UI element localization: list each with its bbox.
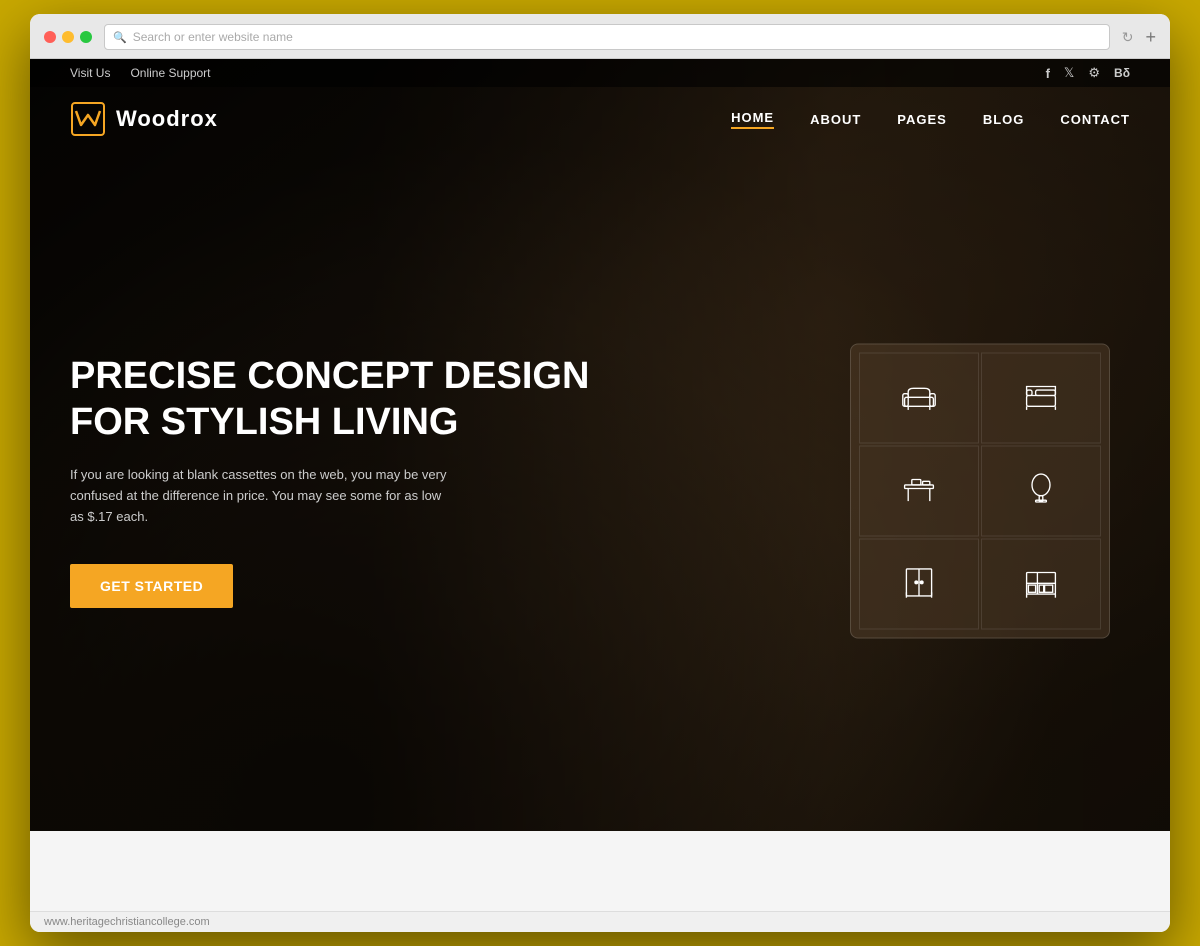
hero-section: PRECISE CONCEPT DESIGN FOR STYLISH LIVIN… xyxy=(30,151,1170,831)
wardrobe-icon xyxy=(901,564,937,605)
utility-bar: Visit Us Online Support f 𝕏 ⚙ Bδ xyxy=(30,59,1170,87)
desk-icon xyxy=(901,471,937,512)
status-bar: www.heritagechristiancollege.com xyxy=(30,911,1170,932)
minimize-button[interactable] xyxy=(62,31,74,43)
navbar: Woodrox HOME ABOUT PAGES BLOG CONTACT xyxy=(30,87,1170,151)
status-url: www.heritagechristiancollege.com xyxy=(44,916,210,928)
mirror-icon xyxy=(1023,471,1059,512)
logo-text: Woodrox xyxy=(116,106,218,132)
sofa-icon xyxy=(901,378,937,419)
hero-title: PRECISE CONCEPT DESIGN FOR STYLISH LIVIN… xyxy=(70,354,589,445)
traffic-lights xyxy=(44,31,92,43)
furniture-cell-wardrobe[interactable] xyxy=(859,539,979,630)
address-placeholder: Search or enter website name xyxy=(133,30,293,44)
hero-content: PRECISE CONCEPT DESIGN FOR STYLISH LIVIN… xyxy=(70,354,589,608)
utility-links: Visit Us Online Support xyxy=(70,66,211,80)
bed-icon xyxy=(1023,378,1059,419)
furniture-cell-shelf[interactable] xyxy=(981,539,1101,630)
reload-button[interactable]: ↻ xyxy=(1122,29,1134,46)
social-icons: f 𝕏 ⚙ Bδ xyxy=(1046,65,1130,81)
address-bar[interactable]: 🔍 Search or enter website name xyxy=(104,24,1110,50)
visit-us-link[interactable]: Visit Us xyxy=(70,66,110,80)
nav-about[interactable]: ABOUT xyxy=(810,112,861,127)
furniture-cell-bed[interactable] xyxy=(981,353,1101,444)
nav-pages[interactable]: PAGES xyxy=(897,112,947,127)
browser-chrome: 🔍 Search or enter website name ↻ + xyxy=(30,14,1170,59)
nav-home[interactable]: HOME xyxy=(731,110,774,129)
maximize-button[interactable] xyxy=(80,31,92,43)
behance-icon[interactable]: Bδ xyxy=(1114,66,1130,80)
logo-icon xyxy=(70,101,106,137)
search-icon: 🔍 xyxy=(113,31,127,44)
settings-icon[interactable]: ⚙ xyxy=(1088,65,1100,81)
furniture-cell-sofa[interactable] xyxy=(859,353,979,444)
new-tab-button[interactable]: + xyxy=(1145,28,1156,46)
main-nav: HOME ABOUT PAGES BLOG CONTACT xyxy=(731,110,1130,129)
online-support-link[interactable]: Online Support xyxy=(130,66,210,80)
browser-window: 🔍 Search or enter website name ↻ + Visit… xyxy=(30,14,1170,932)
nav-blog[interactable]: BLOG xyxy=(983,112,1025,127)
get-started-button[interactable]: Get Started xyxy=(70,564,233,608)
logo[interactable]: Woodrox xyxy=(70,101,218,137)
close-button[interactable] xyxy=(44,31,56,43)
furniture-grid xyxy=(859,353,1101,630)
bottom-section xyxy=(30,831,1170,911)
hero-subtitle: If you are looking at blank cassettes on… xyxy=(70,465,450,527)
shelf-icon xyxy=(1023,564,1059,605)
furniture-cell-desk[interactable] xyxy=(859,446,979,537)
website-content: Visit Us Online Support f 𝕏 ⚙ Bδ xyxy=(30,59,1170,911)
twitter-icon[interactable]: 𝕏 xyxy=(1064,65,1074,81)
furniture-cell-mirror[interactable] xyxy=(981,446,1101,537)
facebook-icon[interactable]: f xyxy=(1046,66,1050,81)
furniture-grid-card xyxy=(850,344,1110,639)
nav-contact[interactable]: CONTACT xyxy=(1060,112,1130,127)
